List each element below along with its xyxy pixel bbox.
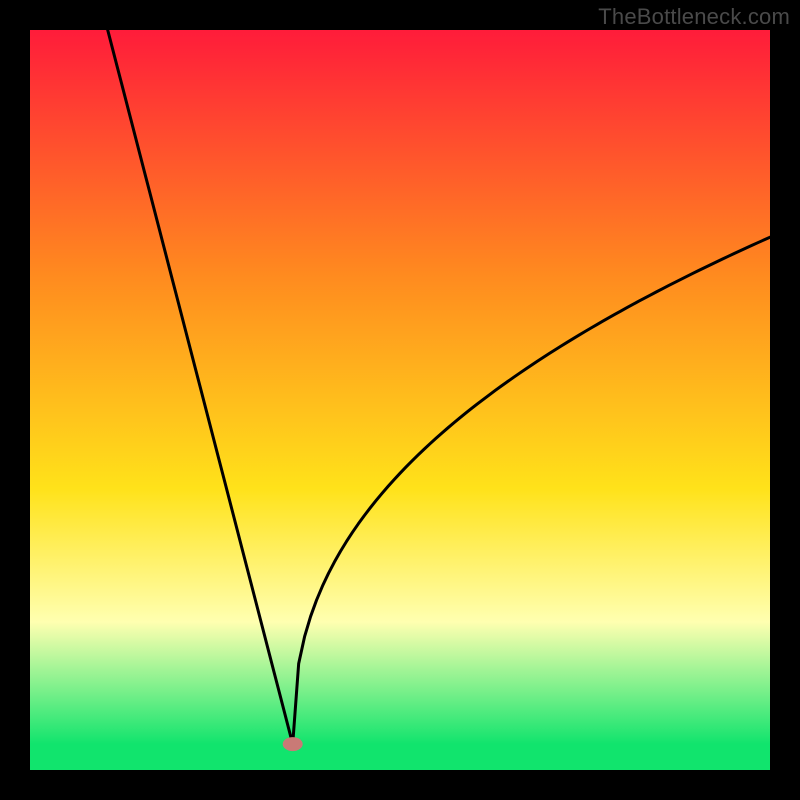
gradient-background: [30, 30, 770, 770]
chart-frame: TheBottleneck.com: [0, 0, 800, 800]
chart-svg: [30, 30, 770, 770]
plot-area: [30, 30, 770, 770]
optimal-marker: [283, 737, 303, 751]
watermark-text: TheBottleneck.com: [598, 4, 790, 30]
